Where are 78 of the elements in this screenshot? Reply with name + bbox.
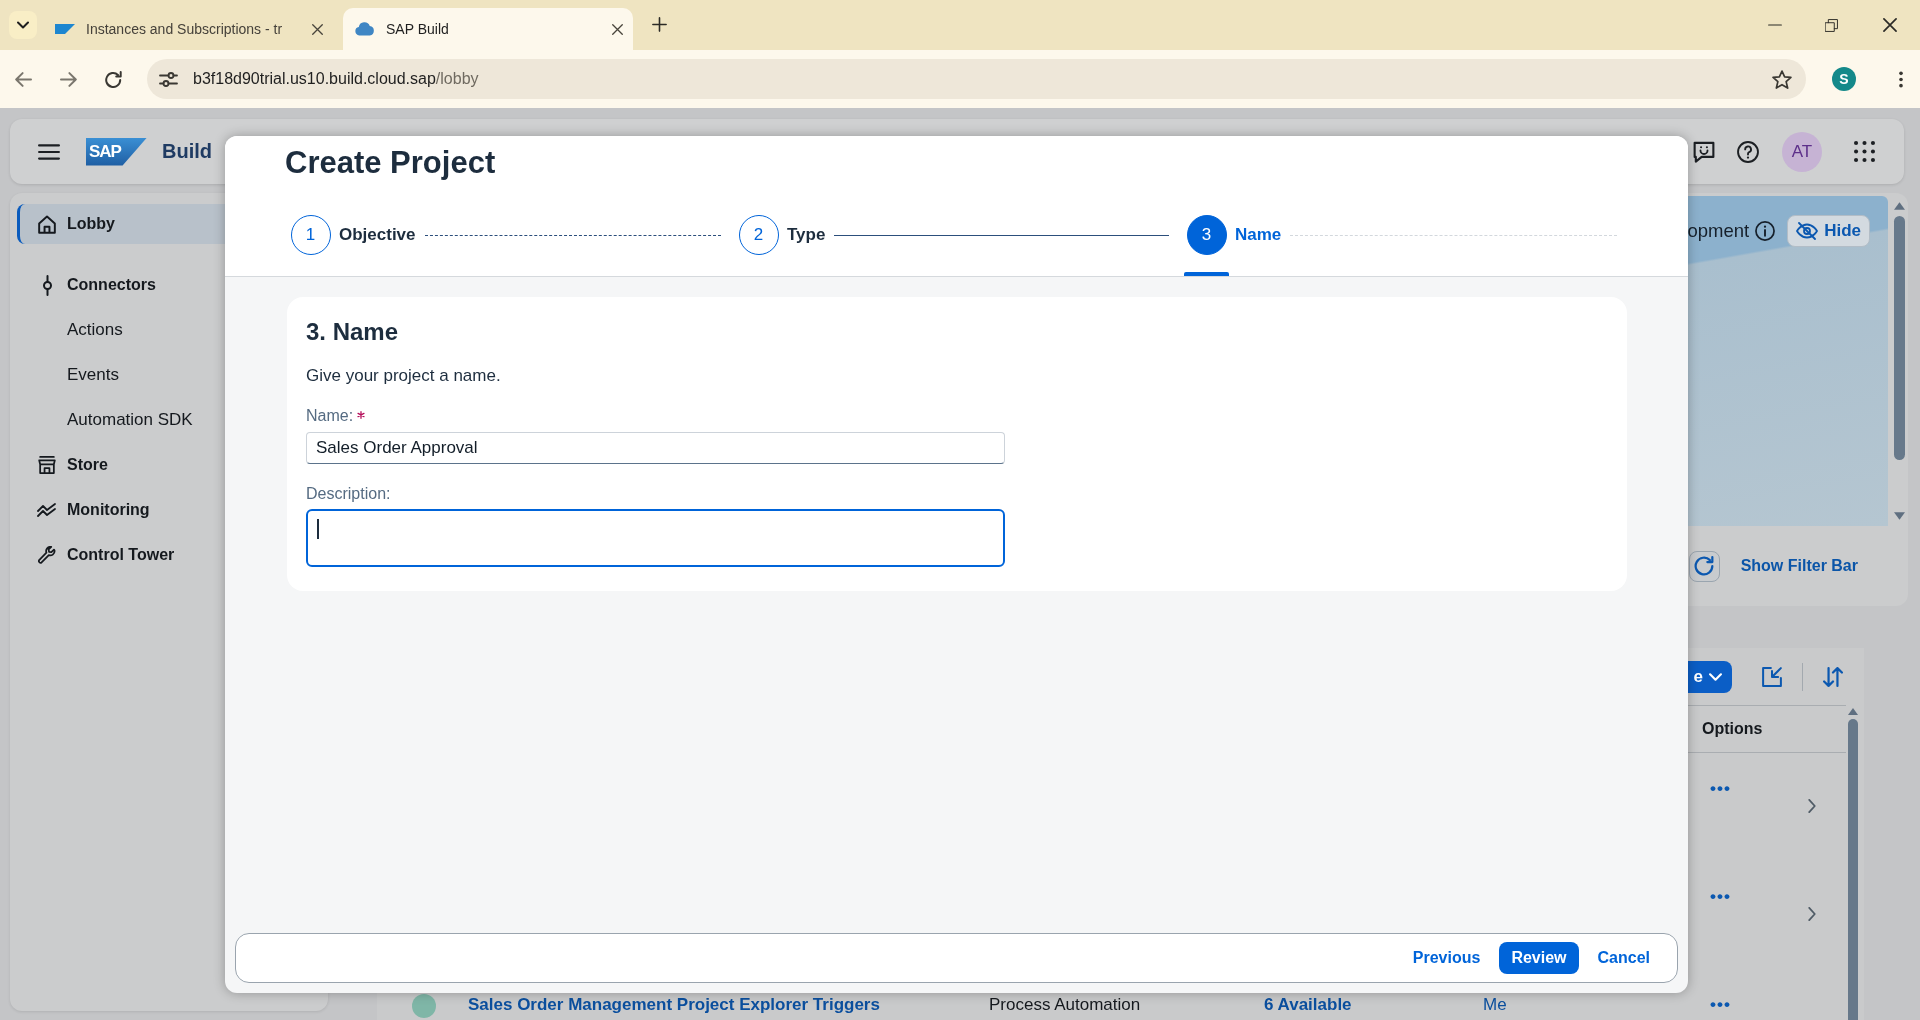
plus-icon[interactable]	[652, 17, 667, 32]
show-filter-bar-link[interactable]: Show Filter Bar	[1740, 557, 1858, 575]
close-icon[interactable]	[312, 23, 323, 35]
step-number[interactable]: 1	[290, 215, 331, 255]
wrench-icon	[38, 546, 56, 564]
tab-list-button[interactable]	[9, 11, 37, 39]
step-label[interactable]: Name	[1235, 215, 1282, 255]
close-icon[interactable]	[612, 23, 623, 35]
back-arrow-icon[interactable]	[15, 71, 32, 87]
refresh-button[interactable]	[1688, 550, 1720, 582]
product-name: Build	[162, 140, 212, 163]
dialog-title: Create Project	[285, 146, 497, 180]
owner-link[interactable]: Me	[1483, 995, 1507, 1014]
scrollbar-thumb[interactable]	[1847, 719, 1858, 1020]
store-icon	[38, 456, 56, 474]
chevron-right-icon[interactable]	[1808, 799, 1816, 813]
apps-grid-icon[interactable]	[1854, 141, 1875, 162]
info-icon[interactable]	[1755, 221, 1776, 241]
cloud-icon	[355, 22, 375, 36]
step-label[interactable]: Objective	[339, 215, 416, 255]
forward-arrow-icon[interactable]	[60, 71, 77, 87]
more-icon[interactable]	[1899, 70, 1903, 88]
refresh-icon	[1694, 556, 1715, 576]
help-icon[interactable]	[1737, 140, 1759, 163]
create-button[interactable]: e	[1687, 660, 1732, 693]
field-label: Description:	[306, 484, 391, 504]
step-number[interactable]: 2	[738, 215, 779, 255]
feedback-icon[interactable]	[1693, 140, 1715, 163]
step-number[interactable]: 3	[1186, 215, 1227, 255]
home-icon	[38, 214, 56, 234]
scrollbar-thumb[interactable]	[1893, 216, 1905, 460]
menu-icon[interactable]	[38, 143, 60, 160]
more-actions-button[interactable]: •••	[1710, 887, 1731, 907]
eye-slash-icon	[1796, 222, 1819, 240]
connector-icon	[42, 274, 52, 296]
project-name-link[interactable]: Sales Order Management Project Explorer Triggers	[468, 995, 880, 1014]
box-arrow-icon[interactable]	[1762, 666, 1782, 687]
close-icon[interactable]	[1883, 18, 1897, 32]
logo-icon	[55, 24, 75, 34]
hide-button[interactable]: Hide	[1787, 215, 1870, 247]
text-cursor	[317, 519, 319, 539]
logo[interactable]: SAP	[86, 137, 147, 166]
more-actions-button[interactable]: •••	[1710, 779, 1731, 799]
restore-icon[interactable]	[1825, 18, 1838, 32]
section-description: Give your project a name.	[306, 365, 502, 387]
star-icon[interactable]	[1772, 69, 1792, 89]
chart-line-icon	[37, 503, 57, 517]
browser-tab[interactable]: SAP Build	[343, 8, 633, 50]
minimize-icon[interactable]	[1767, 24, 1782, 26]
step-label[interactable]: Type	[787, 215, 826, 255]
address-bar[interactable]: b3f18d90trial.us10.build.cloud.sap/lobby	[147, 59, 1806, 99]
column-header: Options	[1701, 720, 1764, 738]
banner-heading: opment	[1687, 219, 1750, 243]
scroll-up-icon[interactable]	[1893, 202, 1905, 210]
section-title: 3. Name	[306, 318, 400, 346]
reload-icon[interactable]	[105, 70, 122, 88]
profile-avatar[interactable]: S	[1832, 67, 1856, 91]
input-field[interactable]: Sales Order Approval	[306, 432, 1005, 464]
scroll-up-icon[interactable]	[1847, 708, 1858, 715]
chevron-down-icon	[17, 21, 29, 29]
availability-link[interactable]: 6 Available	[1264, 995, 1352, 1014]
text-area-field[interactable]	[306, 509, 1005, 567]
chevron-right-icon[interactable]	[1808, 907, 1816, 921]
scroll-down-icon[interactable]	[1893, 512, 1905, 520]
tune-icon[interactable]	[159, 71, 178, 87]
nav-item[interactable]: Connectors	[17, 265, 320, 305]
user-avatar[interactable]: AT	[1782, 131, 1822, 172]
nav-item[interactable]: Control Tower	[17, 535, 320, 575]
footer-button[interactable]: Cancel	[1587, 942, 1660, 974]
table-cell: Process Automation	[989, 995, 1141, 1014]
sort-icon[interactable]	[1823, 666, 1843, 687]
footer-button[interactable]: Review	[1499, 942, 1579, 974]
chevron-down-icon	[1709, 672, 1722, 681]
browser-tab[interactable]: Instances and Subscriptions - tr	[43, 8, 333, 50]
footer-button[interactable]: Previous	[1402, 942, 1491, 974]
more-actions-button[interactable]: •••	[1710, 995, 1731, 1015]
project-avatar-icon	[412, 994, 436, 1018]
field-label: Name:	[306, 406, 354, 426]
